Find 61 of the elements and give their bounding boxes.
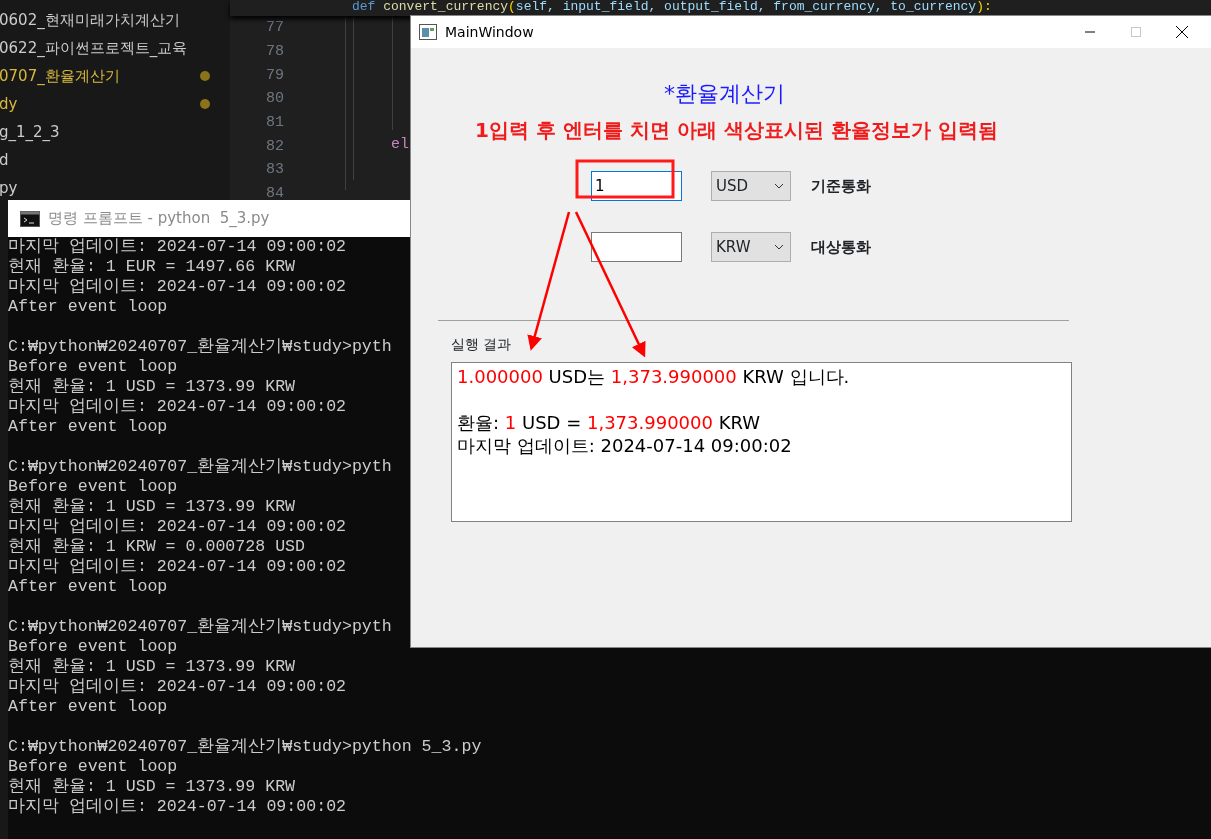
result-line: 마지막 업데이트: 2024-07-14 09:00:02	[457, 434, 792, 457]
terminal-line: C:₩python₩20240707_환율계산기₩study>pyth	[8, 457, 392, 477]
app-icon	[419, 24, 437, 40]
line-number: 81	[266, 114, 284, 132]
explorer-item[interactable]: 0707_환율계산기	[0, 64, 120, 88]
terminal-line: 마지막 업데이트: 2024-07-14 09:00:02	[8, 237, 347, 257]
terminal-line: 현재 환율: 1 KRW = 0.000728 USD	[8, 537, 306, 557]
result-label: 실행 결과	[451, 336, 512, 352]
result-line: 1.000000 USD는 1,373.990000 KRW 입니다.	[457, 365, 850, 388]
explorer-item[interactable]: d	[0, 148, 9, 172]
terminal-line: After event loop	[8, 577, 168, 597]
field-label: 대상통화	[811, 236, 871, 258]
terminal-line: 현재 환율: 1 USD = 1373.99 KRW	[8, 497, 296, 517]
terminal-line: After event loop	[8, 297, 168, 317]
currency-dropdown[interactable]: USD	[711, 171, 791, 201]
terminal-icon	[20, 210, 40, 227]
chevron-down-icon	[774, 244, 784, 250]
terminal-line: 마지막 업데이트: 2024-07-14 09:00:02	[8, 557, 347, 577]
terminal-line: 마지막 업데이트: 2024-07-14 09:00:02	[8, 797, 347, 817]
line-number: 78	[266, 43, 284, 61]
terminal-line: 마지막 업데이트: 2024-07-14 09:00:02	[8, 677, 347, 697]
close-icon	[1175, 25, 1189, 39]
terminal-line: Before event loop	[8, 757, 178, 777]
input-field[interactable]: 1	[591, 171, 682, 201]
explorer-item[interactable]: 0622_파이썬프로젝트_교육	[0, 36, 188, 60]
terminal-line: 현재 환율: 1 USD = 1373.99 KRW	[8, 657, 296, 677]
terminal-line: 마지막 업데이트: 2024-07-14 09:00:02	[8, 397, 347, 417]
explorer-item[interactable]: 0602_현재미래가치계산기	[0, 8, 180, 32]
terminal-line: C:₩python₩20240707_환율계산기₩study>python 5_3.py	[8, 737, 482, 757]
terminal-line: C:₩python₩20240707_환율계산기₩study>pyth	[8, 337, 392, 357]
explorer-item[interactable]: dy	[0, 92, 18, 116]
field-label: 기준통화	[811, 175, 871, 197]
explorer-item[interactable]: g_1_2_3	[0, 120, 60, 144]
line-number: 84	[266, 185, 284, 203]
terminal-line: Before event loop	[8, 637, 178, 657]
terminal-line: Before event loop	[8, 357, 178, 377]
line-number: 80	[266, 90, 284, 108]
terminal-line: 마지막 업데이트: 2024-07-14 09:00:02	[8, 517, 347, 537]
terminal-line: 마지막 업데이트: 2024-07-14 09:00:02	[8, 277, 347, 297]
input-field[interactable]	[591, 232, 682, 262]
window-title: 명령 프롬프트 - python 5_3.py	[48, 208, 270, 230]
terminal-line: After event loop	[8, 417, 168, 437]
instruction-text: 1입력 후 엔터를 치면 아래 색상표시된 환율정보가 입력됨	[475, 118, 998, 142]
code-text: el	[391, 136, 409, 153]
terminal-line: 현재 환율: 1 EUR = 1497.66 KRW	[8, 257, 296, 277]
explorer-item[interactable]: py	[0, 176, 18, 200]
currency-dropdown[interactable]: KRW	[711, 232, 791, 262]
line-number: 82	[266, 137, 284, 155]
result-line: 환율: 1 USD = 1,373.990000 KRW	[457, 411, 761, 434]
chevron-down-icon	[774, 183, 784, 189]
maximize-icon	[1130, 26, 1142, 38]
app-heading: *환율계산기	[664, 81, 785, 106]
line-number: 83	[266, 161, 284, 179]
window-title: MainWindow	[445, 22, 534, 42]
terminal-line: 현재 환율: 1 USD = 1373.99 KRW	[8, 777, 296, 797]
terminal-line: 현재 환율: 1 USD = 1373.99 KRW	[8, 377, 296, 397]
terminal-line: Before event loop	[8, 477, 178, 497]
terminal-line: C:₩python₩20240707_환율계산기₩study>pyth	[8, 617, 392, 637]
terminal-line: After event loop	[8, 697, 168, 717]
line-number: 79	[266, 66, 284, 84]
line-number: 77	[266, 19, 284, 37]
